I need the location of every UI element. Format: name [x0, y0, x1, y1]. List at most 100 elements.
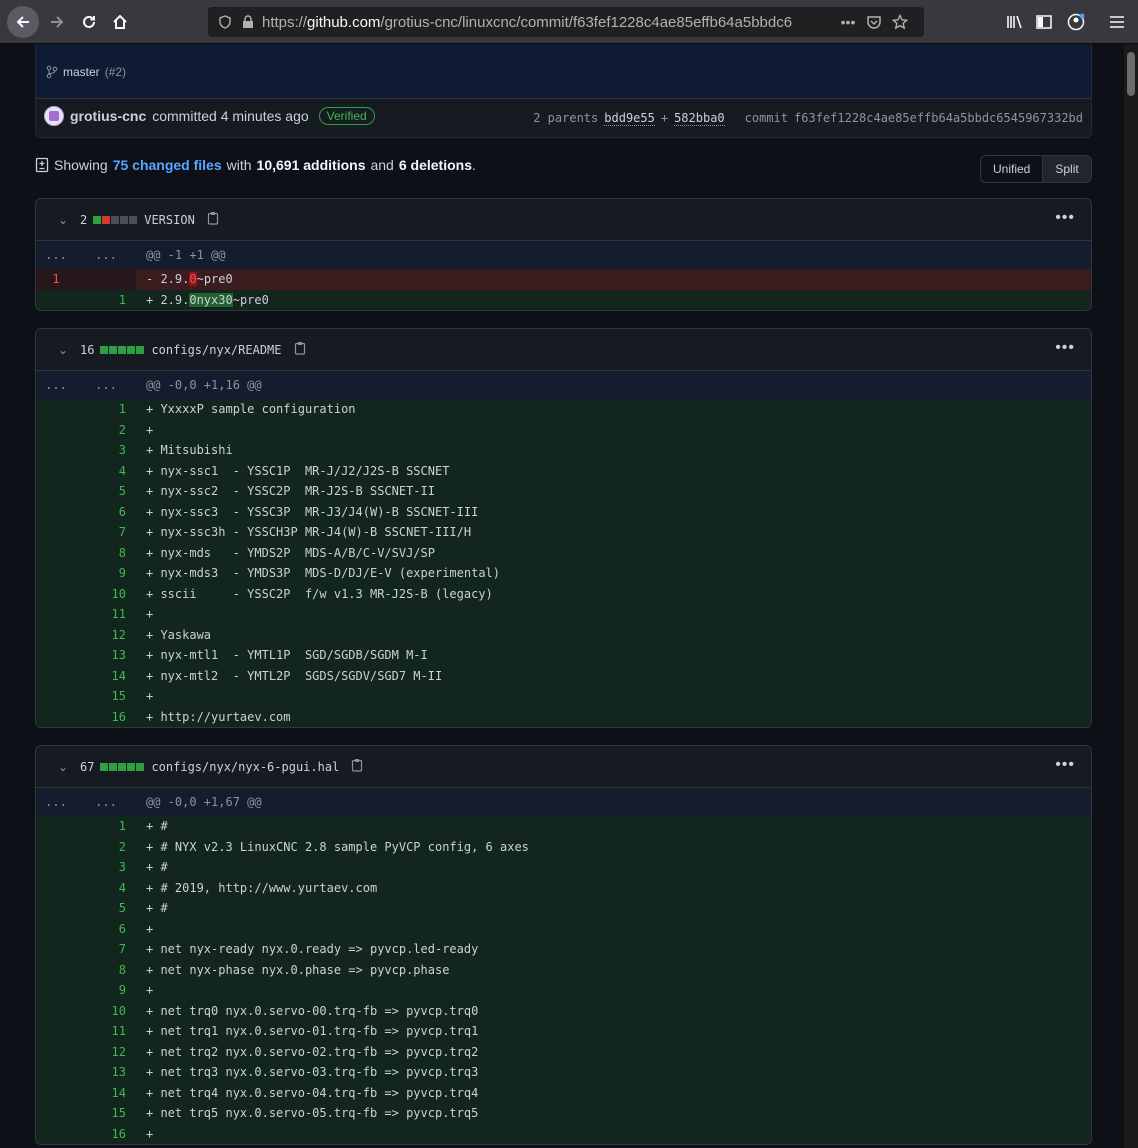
new-line-number[interactable]: 5: [86, 481, 136, 502]
old-line-number[interactable]: [36, 522, 86, 543]
old-line-number[interactable]: [36, 665, 86, 686]
menu-icon[interactable]: [1102, 7, 1132, 37]
old-line-number[interactable]: [36, 1062, 86, 1083]
new-line-number[interactable]: 13: [86, 645, 136, 666]
chevron-down-icon[interactable]: ⌄: [58, 343, 70, 357]
author-name[interactable]: grotius-cnc: [70, 108, 146, 124]
avatar[interactable]: [44, 106, 64, 126]
home-icon[interactable]: [105, 7, 135, 37]
new-line-number[interactable]: 11: [86, 1021, 136, 1042]
sidebar-icon[interactable]: [1029, 7, 1059, 37]
new-line-number[interactable]: 16: [86, 1123, 136, 1144]
kebab-menu-icon[interactable]: •••: [1055, 209, 1075, 227]
file-name[interactable]: configs/nyx/README: [151, 343, 281, 357]
pocket-icon[interactable]: [866, 14, 882, 30]
hunk-expand-new[interactable]: ...: [86, 795, 136, 809]
new-line-number[interactable]: 2: [86, 419, 136, 440]
old-line-number[interactable]: [36, 399, 86, 420]
new-line-number[interactable]: 13: [86, 1062, 136, 1083]
old-line-number[interactable]: [36, 877, 86, 898]
back-arrow-icon[interactable]: [7, 6, 39, 38]
new-line-number[interactable]: 8: [86, 542, 136, 563]
old-line-number[interactable]: [36, 816, 86, 837]
hunk-expand-new[interactable]: ...: [86, 248, 136, 262]
new-line-number[interactable]: 5: [86, 898, 136, 919]
old-line-number[interactable]: [36, 836, 86, 857]
new-line-number[interactable]: 14: [86, 665, 136, 686]
new-line-number[interactable]: 16: [86, 706, 136, 727]
kebab-menu-icon[interactable]: •••: [1055, 339, 1075, 357]
parent-sha-2[interactable]: 582bba0: [674, 111, 725, 126]
new-line-number[interactable]: 15: [86, 1103, 136, 1124]
shield-icon[interactable]: [218, 15, 232, 29]
new-line-number[interactable]: 6: [86, 501, 136, 522]
chevron-down-icon[interactable]: ⌄: [58, 760, 70, 774]
split-button[interactable]: Split: [1042, 156, 1091, 182]
old-line-number[interactable]: [36, 1021, 86, 1042]
file-name[interactable]: configs/nyx/nyx-6-pgui.hal: [151, 760, 339, 774]
new-line-number[interactable]: 4: [86, 877, 136, 898]
old-line-number[interactable]: [36, 419, 86, 440]
hunk-expand-old[interactable]: ...: [36, 248, 86, 262]
forward-arrow-icon[interactable]: [42, 7, 72, 37]
new-line-number[interactable]: 7: [86, 522, 136, 543]
library-icon[interactable]: [1000, 7, 1030, 37]
new-line-number[interactable]: 1: [86, 399, 136, 420]
old-line-number[interactable]: [36, 1082, 86, 1103]
copy-path-icon[interactable]: [207, 211, 219, 228]
pr-number[interactable]: (#2): [105, 65, 126, 79]
new-line-number[interactable]: 11: [86, 604, 136, 625]
old-line-number[interactable]: [36, 1000, 86, 1021]
old-line-number[interactable]: [36, 939, 86, 960]
new-line-number[interactable]: 15: [86, 686, 136, 707]
old-line-number[interactable]: [36, 604, 86, 625]
old-line-number[interactable]: [36, 624, 86, 645]
file-name[interactable]: VERSION: [144, 213, 195, 227]
changed-files-link[interactable]: 75 changed files: [113, 157, 222, 173]
new-line-number[interactable]: 10: [86, 1000, 136, 1021]
new-line-number[interactable]: 12: [86, 1041, 136, 1062]
new-line-number[interactable]: 2: [86, 836, 136, 857]
new-line-number[interactable]: 12: [86, 624, 136, 645]
hunk-expand-old[interactable]: ...: [36, 378, 86, 392]
new-line-number[interactable]: 10: [86, 583, 136, 604]
copy-path-icon[interactable]: [351, 758, 363, 775]
scrollbar-thumb[interactable]: [1127, 52, 1135, 96]
new-line-number[interactable]: [86, 269, 136, 290]
new-line-number[interactable]: 14: [86, 1082, 136, 1103]
hunk-expand-new[interactable]: ...: [86, 378, 136, 392]
kebab-menu-icon[interactable]: •••: [1055, 756, 1075, 774]
star-icon[interactable]: [892, 14, 908, 30]
parent-sha-1[interactable]: bdd9e55: [604, 111, 655, 126]
old-line-number[interactable]: [36, 583, 86, 604]
branch-name[interactable]: master: [63, 65, 100, 79]
old-line-number[interactable]: [36, 918, 86, 939]
account-icon[interactable]: [1061, 7, 1091, 37]
unified-button[interactable]: Unified: [981, 156, 1043, 182]
new-line-number[interactable]: 9: [86, 563, 136, 584]
verified-badge[interactable]: Verified: [318, 107, 375, 125]
new-line-number[interactable]: 3: [86, 857, 136, 878]
old-line-number[interactable]: [36, 857, 86, 878]
old-line-number[interactable]: [36, 501, 86, 522]
old-line-number[interactable]: [36, 686, 86, 707]
old-line-number[interactable]: [36, 563, 86, 584]
url-text[interactable]: https://github.com/grotius-cnc/linuxcnc/…: [262, 14, 832, 31]
old-line-number[interactable]: [36, 440, 86, 461]
copy-path-icon[interactable]: [294, 341, 306, 358]
new-line-number[interactable]: 7: [86, 939, 136, 960]
old-line-number[interactable]: [36, 1041, 86, 1062]
old-line-number[interactable]: [36, 645, 86, 666]
new-line-number[interactable]: 3: [86, 440, 136, 461]
old-line-number[interactable]: [36, 481, 86, 502]
new-line-number[interactable]: 1: [86, 289, 136, 310]
new-line-number[interactable]: 9: [86, 980, 136, 1001]
reload-icon[interactable]: [74, 7, 104, 37]
old-line-number[interactable]: [36, 898, 86, 919]
old-line-number[interactable]: [36, 1123, 86, 1144]
more-horizontal-icon[interactable]: •••: [838, 14, 858, 30]
old-line-number[interactable]: [36, 460, 86, 481]
hunk-expand-old[interactable]: ...: [36, 795, 86, 809]
new-line-number[interactable]: 1: [86, 816, 136, 837]
old-line-number[interactable]: [36, 542, 86, 563]
